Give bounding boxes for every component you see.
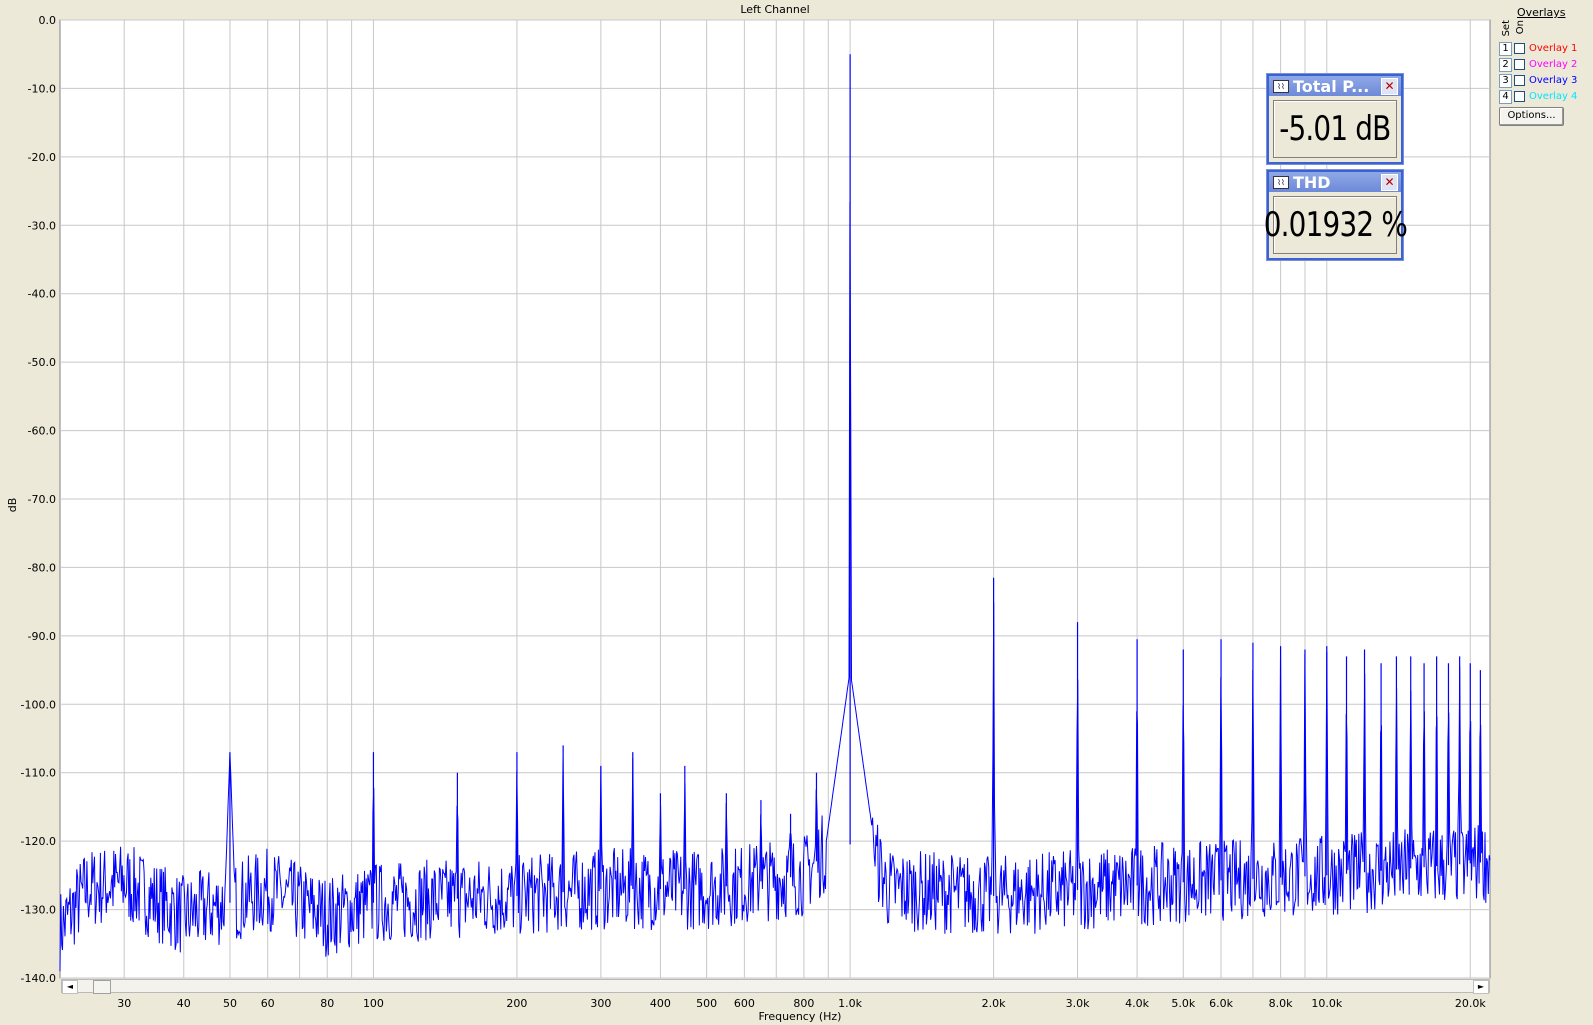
x-tick-label: 20.0k — [1455, 997, 1486, 1010]
x-tick-labels: 30 40 50 60 80 100 200 300 400 500 600 800 1.0k 2.0k 3… — [117, 997, 1486, 1010]
y-tick-label: -70.0 — [28, 493, 56, 506]
y-tick-label: -10.0 — [28, 82, 56, 95]
x-axis-title: Frequency (Hz) — [759, 1010, 842, 1023]
overlay-set-button-2[interactable]: 2 — [1499, 58, 1512, 72]
overlay-set-button-1[interactable]: 1 — [1499, 42, 1512, 56]
x-tick-label: 8.0k — [1269, 997, 1293, 1010]
x-tick-label: 300 — [590, 997, 611, 1010]
overlay-set-button-4[interactable]: 4 — [1499, 90, 1512, 104]
arrow-left-icon: ◄ — [66, 982, 74, 991]
overlay-checkbox-2[interactable] — [1514, 59, 1525, 70]
overlay-checkbox-3[interactable] — [1514, 75, 1525, 86]
x-tick-label: 200 — [506, 997, 527, 1010]
overlay-set-button-3[interactable]: 3 — [1499, 74, 1512, 88]
x-tick-label: 30 — [117, 997, 131, 1010]
arrow-right-icon: ► — [1477, 982, 1485, 991]
total-power-title: Total P... — [1293, 77, 1370, 96]
overlay-on-header: On — [1515, 20, 1526, 35]
overlay-label-3: Overlay 3 — [1529, 75, 1578, 86]
close-icon[interactable]: ✕ — [1381, 78, 1398, 95]
x-tick-label: 400 — [650, 997, 671, 1010]
overlay-set-header: Set — [1501, 20, 1512, 37]
x-tick-label: 2.0k — [982, 997, 1006, 1010]
total-power-value: -5.01 dB — [1279, 109, 1391, 149]
x-tick-label: 80 — [320, 997, 334, 1010]
overlay-label-4: Overlay 4 — [1529, 91, 1578, 102]
x-tick-label: 600 — [734, 997, 755, 1010]
overlays-title: Overlays — [1517, 6, 1566, 19]
overlay-checkbox-1[interactable] — [1514, 43, 1525, 54]
y-tick-labels: 0.0 -10.0 -20.0 -30.0 -40.0 -50.0 -60.0 -70.0 -8… — [21, 14, 56, 985]
y-tick-label: -140.0 — [21, 972, 56, 985]
overlay-checkbox-4[interactable] — [1514, 91, 1525, 102]
x-tick-label: 5.0k — [1171, 997, 1195, 1010]
chart-title: Left Channel — [740, 3, 809, 16]
y-tick-label: -100.0 — [21, 698, 56, 711]
y-tick-label: -90.0 — [28, 630, 56, 643]
overlay-row-2: 2 Overlay 2 — [1499, 58, 1593, 72]
x-tick-label: 800 — [793, 997, 814, 1010]
scroll-left-button[interactable]: ◄ — [62, 980, 78, 994]
x-tick-label: 50 — [223, 997, 237, 1010]
y-tick-label: -60.0 — [28, 425, 56, 438]
thd-meter[interactable]: ⌇⌇ THD ✕ 0.01932 % — [1263, 170, 1407, 260]
overlay-row-3: 3 Overlay 3 — [1499, 74, 1593, 88]
horizontal-scrollbar[interactable]: ◄ ► — [61, 979, 1490, 994]
thd-titlebar[interactable]: ⌇⌇ THD ✕ — [1269, 172, 1401, 192]
x-tick-label: 40 — [177, 997, 191, 1010]
close-icon[interactable]: ✕ — [1381, 174, 1398, 191]
x-tick-label: 100 — [363, 997, 384, 1010]
x-tick-label: 3.0k — [1066, 997, 1090, 1010]
x-tick-label: 60 — [261, 997, 275, 1010]
thd-value: 0.01932 % — [1263, 205, 1407, 245]
total-power-titlebar[interactable]: ⌇⌇ Total P... ✕ — [1269, 76, 1401, 96]
waveform-icon: ⌇⌇ — [1273, 176, 1289, 189]
y-tick-label: 0.0 — [39, 14, 57, 27]
overlay-label-2: Overlay 2 — [1529, 59, 1578, 70]
y-axis-title: dB — [6, 498, 19, 513]
total-power-meter[interactable]: ⌇⌇ Total P... ✕ -5.01 dB — [1267, 74, 1403, 164]
x-tick-label: 6.0k — [1209, 997, 1233, 1010]
waveform-icon: ⌇⌇ — [1273, 80, 1289, 93]
y-tick-label: -80.0 — [28, 561, 56, 574]
x-tick-label: 1.0k — [838, 997, 862, 1010]
overlay-row-4: 4 Overlay 4 — [1499, 90, 1593, 104]
y-tick-label: -20.0 — [28, 151, 56, 164]
y-tick-label: -110.0 — [21, 767, 56, 780]
thd-title: THD — [1293, 173, 1331, 192]
overlay-label-1: Overlay 1 — [1529, 43, 1578, 54]
thd-display: 0.01932 % — [1263, 196, 1407, 254]
scrollbar-thumb[interactable] — [93, 980, 111, 994]
overlays-panel: Overlays Set On 1 Overlay 1 2 Overlay 2 … — [1493, 0, 1593, 1025]
y-tick-label: -130.0 — [21, 904, 56, 917]
x-tick-label: 500 — [696, 997, 717, 1010]
options-button[interactable]: Options... — [1499, 107, 1564, 126]
total-power-display: -5.01 dB — [1273, 100, 1397, 158]
overlay-row-1: 1 Overlay 1 — [1499, 42, 1593, 56]
y-tick-label: -40.0 — [28, 288, 56, 301]
scroll-right-button[interactable]: ► — [1473, 980, 1489, 994]
y-tick-label: -120.0 — [21, 835, 56, 848]
y-tick-label: -50.0 — [28, 356, 56, 369]
y-tick-label: -30.0 — [28, 219, 56, 232]
x-tick-label: 4.0k — [1125, 997, 1149, 1010]
x-tick-label: 10.0k — [1311, 997, 1342, 1010]
